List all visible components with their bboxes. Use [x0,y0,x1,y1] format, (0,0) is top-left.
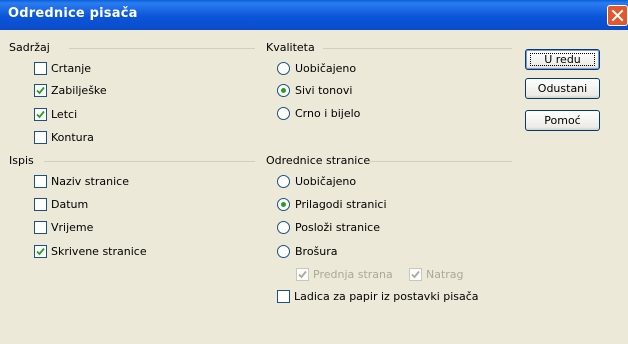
checkbox-drawing[interactable] [34,62,47,75]
radio-quality-bw-label[interactable]: Crno i bijelo [295,107,360,120]
checkbox-page-name-label[interactable]: Naziv stranice [51,175,129,188]
radio-selected-dot [281,88,286,93]
checkbox-hidden-pages-label[interactable]: Skrivene stranice [51,245,147,258]
radio-page-default-label[interactable]: Uobičajeno [295,175,356,188]
quality-heading: Kvaliteta [266,41,315,54]
radio-page-default[interactable] [277,175,290,188]
checkmark-icon [411,270,420,279]
checkmark-icon [36,247,45,256]
radio-tile-pages-label[interactable]: Posloži stranice [295,221,380,234]
checkbox-time[interactable] [34,221,47,234]
radio-quality-default-label[interactable]: Uobičajeno [295,62,356,75]
page-options-heading: Odrednice stranice [266,154,371,167]
close-button[interactable] [607,5,628,26]
checkbox-time-label[interactable]: Vrijeme [51,221,93,234]
radio-selected-dot [281,202,286,207]
checkbox-handouts[interactable] [34,108,47,121]
checkbox-back-side-label[interactable]: Natrag [426,268,464,281]
checkbox-notes[interactable] [34,84,47,97]
radio-quality-default[interactable] [277,62,290,75]
checkbox-paper-tray[interactable] [277,290,290,303]
window-title: Odrednice pisača [8,6,138,21]
checkbox-notes-label[interactable]: Zabilješke [51,84,107,97]
checkbox-date-label[interactable]: Datum [51,198,88,211]
radio-fit-to-page-label[interactable]: Prilagodi stranici [295,198,387,211]
dialog-body: Sadržaj Crtanje Zabilješke Letci Kontura… [0,30,628,344]
checkbox-drawing-label[interactable]: Crtanje [51,62,91,75]
page-options-separator [367,161,512,162]
radio-tile-pages[interactable] [277,221,290,234]
checkbox-back-side[interactable] [409,268,422,281]
print-separator [44,161,255,162]
checkbox-page-name[interactable] [34,175,47,188]
radio-fit-to-page[interactable] [277,198,290,211]
content-separator [69,48,255,49]
radio-brochure[interactable] [277,245,290,258]
content-heading: Sadržaj [9,41,50,54]
quality-separator [323,48,512,49]
checkmark-icon [36,86,45,95]
checkbox-handouts-label[interactable]: Letci [51,108,77,121]
close-icon [611,9,624,22]
checkbox-date[interactable] [34,198,47,211]
title-bar[interactable]: Odrednice pisača [0,0,628,30]
checkbox-front-side-label[interactable]: Prednja strana [313,268,393,281]
radio-quality-grayscale-label[interactable]: Sivi tonovi [295,84,352,97]
dialog-window: Odrednice pisača Sadržaj Crtanje Zabilje… [0,0,628,344]
ok-button[interactable]: U redu [525,49,600,70]
help-button[interactable]: Pomoć [525,110,600,131]
checkbox-outline[interactable] [34,131,47,144]
cancel-button-label: Odustani [537,82,588,95]
checkbox-paper-tray-label[interactable]: Ladica za papir iz postavki pisača [294,290,479,303]
radio-quality-grayscale[interactable] [277,84,290,97]
help-button-label: Pomoć [544,114,581,127]
checkmark-icon [298,270,307,279]
checkbox-front-side[interactable] [296,268,309,281]
print-heading: Ispis [9,154,34,167]
checkbox-outline-label[interactable]: Kontura [51,131,94,144]
focus-ring [530,53,595,66]
checkbox-hidden-pages[interactable] [34,245,47,258]
cancel-button[interactable]: Odustani [525,78,600,99]
radio-quality-bw[interactable] [277,107,290,120]
checkmark-icon [36,110,45,119]
radio-brochure-label[interactable]: Brošura [295,245,338,258]
